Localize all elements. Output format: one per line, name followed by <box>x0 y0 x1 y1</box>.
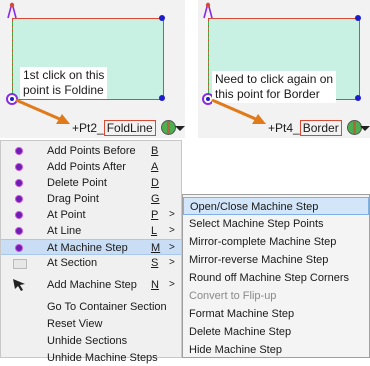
context-menu: Add Points Before B Add Points After A D… <box>0 140 182 364</box>
right-toolbar-field[interactable]: +Pt4_ Border <box>268 120 363 136</box>
menu-item-reset-view[interactable]: Reset View <box>1 316 181 332</box>
right-fold-line <box>208 22 209 98</box>
point-icon <box>15 244 23 252</box>
menu-item-drag-point[interactable]: Drag Point G <box>1 191 181 207</box>
menu-item-delete-point[interactable]: Delete Point D <box>1 175 181 191</box>
orange-pointer-arrow <box>15 98 70 124</box>
point-icon <box>15 147 23 155</box>
corner-point <box>159 15 165 21</box>
pin-icon <box>6 2 18 20</box>
menu-item-add-points-before[interactable]: Add Points Before B <box>1 143 181 159</box>
menu-item-at-point[interactable]: At Point P > <box>1 207 181 223</box>
pin-icon <box>202 2 214 20</box>
submenu-arrow-icon: > <box>169 279 175 290</box>
section-icon <box>13 259 27 269</box>
corner-point <box>355 15 361 21</box>
menu-item-add-points-after[interactable]: Add Points After A <box>1 159 181 175</box>
submenu-item-round-off-corners[interactable]: Round off Machine Step Corners <box>183 269 369 287</box>
menu-item-go-to-container-section[interactable]: Go To Container Section <box>1 299 181 315</box>
menu-item-unhide-sections[interactable]: Unhide Sections <box>1 333 181 349</box>
dropdown-arrow-icon[interactable] <box>360 126 370 131</box>
cursor-icon <box>13 279 27 296</box>
submenu-arrow-icon: > <box>169 209 175 220</box>
dropdown-arrow-icon[interactable] <box>175 126 185 131</box>
submenu-item-format-machine-step[interactable]: Format Machine Step <box>183 305 369 323</box>
menu-item-at-section[interactable]: At Section S > <box>1 255 181 271</box>
submenu-arrow-icon: > <box>169 257 175 268</box>
corner-point <box>355 95 361 101</box>
menu-item-unhide-machine-steps[interactable]: Unhide Machine Steps <box>1 350 181 364</box>
submenu-item-hide-machine-step[interactable]: Hide Machine Step <box>183 341 369 359</box>
point-icon <box>15 211 23 219</box>
submenu-item-convert-to-flip-up: Convert to Flip-up <box>189 290 277 302</box>
right-illustration-panel: Need to click again on this point for Bo… <box>198 0 370 138</box>
submenu-item-mirror-reverse[interactable]: Mirror-reverse Machine Step <box>183 251 369 269</box>
orange-pointer-arrow <box>211 98 266 124</box>
point-icon <box>15 195 23 203</box>
menu-item-add-machine-step[interactable]: Add Machine Step N > <box>1 277 181 293</box>
border-label: Border <box>299 120 342 136</box>
left-illustration-panel: 1st click on this point is Foldine +Pt2_… <box>0 0 185 138</box>
point-prefix: +Pt2_ <box>72 121 104 135</box>
submenu-item-mirror-complete[interactable]: Mirror-complete Machine Step <box>183 233 369 251</box>
submenu-item-select-machine-step-points[interactable]: Select Machine Step Points <box>183 215 369 233</box>
menu-item-at-line[interactable]: At Line L > <box>1 223 181 239</box>
submenu-arrow-icon: > <box>169 242 175 253</box>
submenu-item-open-close-machine-step[interactable]: Open/Close Machine Step <box>183 197 369 215</box>
machine-step-submenu: Open/Close Machine Step Select Machine S… <box>182 194 370 358</box>
left-toolbar-field[interactable]: +Pt2_ FoldLine <box>72 120 177 136</box>
globe-icon <box>161 120 177 135</box>
menu-item-at-machine-step[interactable]: At Machine Step M > <box>1 239 181 255</box>
submenu-arrow-icon: > <box>169 225 175 236</box>
corner-point <box>159 95 165 101</box>
submenu-item-delete-machine-step[interactable]: Delete Machine Step <box>183 323 369 341</box>
point-icon <box>15 227 23 235</box>
foldline-label: FoldLine <box>103 120 156 136</box>
left-fold-line <box>12 22 13 98</box>
point-prefix: +Pt4_ <box>268 121 300 135</box>
left-caption: 1st click on this point is Foldine <box>20 67 108 99</box>
point-icon <box>15 179 23 187</box>
point-icon <box>15 163 23 171</box>
